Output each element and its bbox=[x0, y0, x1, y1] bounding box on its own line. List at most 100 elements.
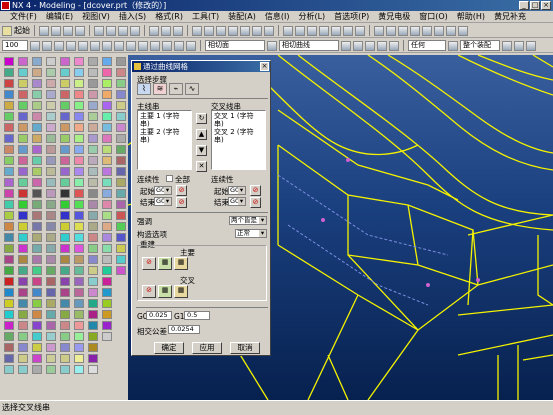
cut-icon[interactable] bbox=[94, 25, 104, 36]
chamfer-tool-icon[interactable] bbox=[4, 112, 14, 121]
pad-tool-icon[interactable] bbox=[18, 178, 28, 187]
mass-props-icon[interactable] bbox=[46, 354, 56, 363]
through-curves-icon[interactable] bbox=[32, 68, 42, 77]
view-tool-2-icon[interactable] bbox=[102, 68, 112, 77]
electrode-export-icon[interactable] bbox=[60, 244, 70, 253]
dialog-close-button[interactable]: × bbox=[260, 62, 269, 71]
aux-tool-26-icon[interactable] bbox=[88, 332, 98, 341]
command-finder-icon[interactable] bbox=[173, 25, 183, 36]
view-tool-16-icon[interactable] bbox=[102, 222, 112, 231]
boss-tool-icon[interactable] bbox=[18, 156, 28, 165]
misc-tool-6-icon[interactable] bbox=[116, 112, 126, 121]
sup-tool-19-icon[interactable] bbox=[74, 255, 84, 264]
menu-edit[interactable]: 编辑(E) bbox=[46, 11, 73, 23]
cross-rebuild-none-icon[interactable]: ⊘ bbox=[142, 285, 156, 298]
aux-tool-23-icon[interactable] bbox=[88, 299, 98, 308]
block-icon[interactable] bbox=[18, 57, 28, 66]
move-down-icon[interactable]: ▼ bbox=[196, 145, 207, 156]
blend-tool-icon[interactable] bbox=[18, 233, 28, 242]
g0-tolerance-field[interactable]: 0.025 bbox=[146, 311, 172, 320]
rectangle-tool-icon[interactable] bbox=[4, 123, 14, 132]
view-tool-12-icon[interactable] bbox=[102, 178, 112, 187]
aux-tool-8-icon[interactable] bbox=[88, 134, 98, 143]
resize-face-icon[interactable] bbox=[46, 255, 56, 264]
aux-tool-4-icon[interactable] bbox=[88, 90, 98, 99]
view-tool-25-icon[interactable] bbox=[102, 321, 112, 330]
sup-tool-25-icon[interactable] bbox=[74, 321, 84, 330]
polygon-tool-icon[interactable] bbox=[4, 134, 14, 143]
join-curve-icon[interactable] bbox=[4, 266, 14, 275]
point-tool-icon[interactable] bbox=[4, 57, 14, 66]
aux-tool-21-icon[interactable] bbox=[88, 277, 98, 286]
cross-rebuild-degree-icon[interactable]: ▦ bbox=[158, 285, 172, 298]
print-icon[interactable] bbox=[75, 25, 85, 36]
mirror-body-icon[interactable] bbox=[46, 189, 56, 198]
misc-tool-10-icon[interactable] bbox=[116, 156, 126, 165]
electrode-bom-icon[interactable] bbox=[60, 310, 70, 319]
aux-tool-13-icon[interactable] bbox=[88, 189, 98, 198]
color-icon[interactable] bbox=[386, 25, 396, 36]
enlarge-icon[interactable] bbox=[32, 222, 42, 231]
hole-tool-icon[interactable] bbox=[18, 145, 28, 154]
chamfer-edge-icon[interactable] bbox=[18, 244, 28, 253]
shell-tool-icon[interactable] bbox=[18, 255, 28, 264]
view-tool-6-icon[interactable] bbox=[102, 112, 112, 121]
construct-select[interactable]: 正常 bbox=[235, 229, 267, 238]
sup-tool-28-icon[interactable] bbox=[74, 354, 84, 363]
misc-tool-16-icon[interactable] bbox=[116, 222, 126, 231]
spline-tool-icon[interactable] bbox=[4, 101, 14, 110]
sup-tool-20-icon[interactable] bbox=[74, 266, 84, 275]
misc-tool-7-icon[interactable] bbox=[116, 123, 126, 132]
expression-icon[interactable] bbox=[46, 123, 56, 132]
electrode-list-icon[interactable] bbox=[60, 112, 70, 121]
electrode-split-icon[interactable] bbox=[60, 167, 70, 176]
sup-tool-2-icon[interactable] bbox=[74, 68, 84, 77]
primary-rebuild-degree-icon[interactable]: ▦ bbox=[158, 257, 172, 270]
ruled-surface-icon[interactable] bbox=[32, 57, 42, 66]
minimize-button[interactable]: _ bbox=[519, 1, 529, 10]
aux-tool-20-icon[interactable] bbox=[88, 266, 98, 275]
list-item[interactable]: 主要 2 (字符串) bbox=[140, 128, 189, 144]
delete-body-icon[interactable] bbox=[46, 211, 56, 220]
electrode-sheet-icon[interactable] bbox=[60, 90, 70, 99]
bridge-curve-icon[interactable] bbox=[4, 211, 14, 220]
helix-tool-icon[interactable] bbox=[4, 167, 14, 176]
aux-tool-2-icon[interactable] bbox=[88, 68, 98, 77]
extract-geometry-icon[interactable] bbox=[46, 167, 56, 176]
misc-tool-17-icon[interactable] bbox=[116, 233, 126, 242]
aux-tool-1-icon[interactable] bbox=[88, 57, 98, 66]
electrode-icon[interactable] bbox=[60, 57, 70, 66]
chain-icon[interactable] bbox=[389, 40, 399, 51]
electrode-config-icon[interactable] bbox=[60, 343, 70, 352]
sup-tool-6-icon[interactable] bbox=[74, 112, 84, 121]
measure-icon[interactable] bbox=[446, 25, 456, 36]
work-layer-icon[interactable] bbox=[66, 40, 76, 51]
list-item[interactable]: 主要 1 (字符串) bbox=[140, 112, 189, 128]
view-tool-13-icon[interactable] bbox=[102, 189, 112, 198]
stop-at-intersection-icon[interactable] bbox=[353, 40, 363, 51]
rotate-icon[interactable] bbox=[319, 25, 329, 36]
mirror-curve-icon[interactable] bbox=[4, 343, 14, 352]
offset-surface-icon[interactable] bbox=[32, 167, 42, 176]
face-blend-icon[interactable] bbox=[32, 233, 42, 242]
extension-icon[interactable] bbox=[32, 145, 42, 154]
start-icon[interactable] bbox=[2, 25, 12, 36]
primary-rebuild-none-icon[interactable]: ⊘ bbox=[142, 257, 156, 270]
electrode-info-icon[interactable] bbox=[60, 233, 70, 242]
view-tool-10-icon[interactable] bbox=[102, 156, 112, 165]
misc-tool-2-icon[interactable] bbox=[116, 68, 126, 77]
cone-icon[interactable] bbox=[18, 79, 28, 88]
electrode-spark-icon[interactable] bbox=[60, 79, 70, 88]
view-tool-8-icon[interactable] bbox=[102, 134, 112, 143]
aux-tool-27-icon[interactable] bbox=[88, 343, 98, 352]
misc-tool-4-icon[interactable] bbox=[116, 90, 126, 99]
curve-rule-dropdown[interactable]: 相切曲线 bbox=[279, 40, 339, 51]
misc-tool-19-icon[interactable] bbox=[116, 255, 126, 264]
delete-face-icon[interactable] bbox=[46, 266, 56, 275]
slot-icon[interactable] bbox=[18, 189, 28, 198]
grid-icon[interactable] bbox=[42, 40, 52, 51]
primary-rebuild-fit-icon[interactable]: ▦ bbox=[174, 257, 188, 270]
promote-icon[interactable] bbox=[46, 178, 56, 187]
cross-rebuild-fit-icon[interactable]: ▦ bbox=[174, 285, 188, 298]
blend-icon[interactable] bbox=[398, 25, 408, 36]
